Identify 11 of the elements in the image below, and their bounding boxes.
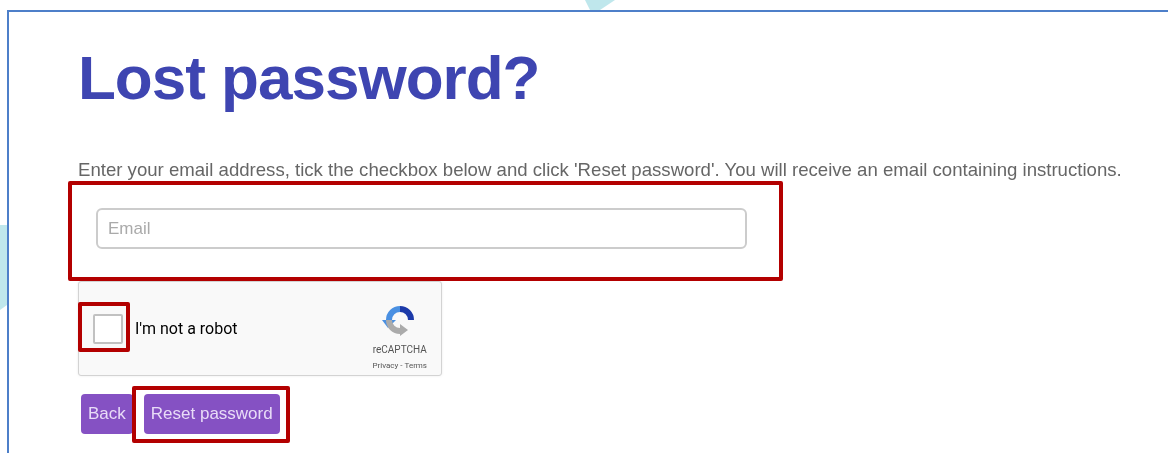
back-button[interactable]: Back (81, 394, 133, 434)
reset-password-button[interactable]: Reset password (143, 394, 280, 434)
terms-link[interactable]: Terms (404, 360, 427, 370)
captcha-brand: reCAPTCHA (372, 343, 427, 355)
privacy-link[interactable]: Privacy (372, 360, 399, 370)
captcha-label: I'm not a robot (135, 319, 239, 338)
email-field[interactable]: Email (96, 208, 747, 249)
link-separator: - (400, 360, 403, 370)
page-title: Lost password? (78, 42, 541, 114)
instructions-text: Enter your email address, tick the checkbox below and click 'Reset password'. You will receive an email containing instructions. (78, 159, 1123, 181)
captcha-checkbox[interactable] (93, 313, 123, 344)
